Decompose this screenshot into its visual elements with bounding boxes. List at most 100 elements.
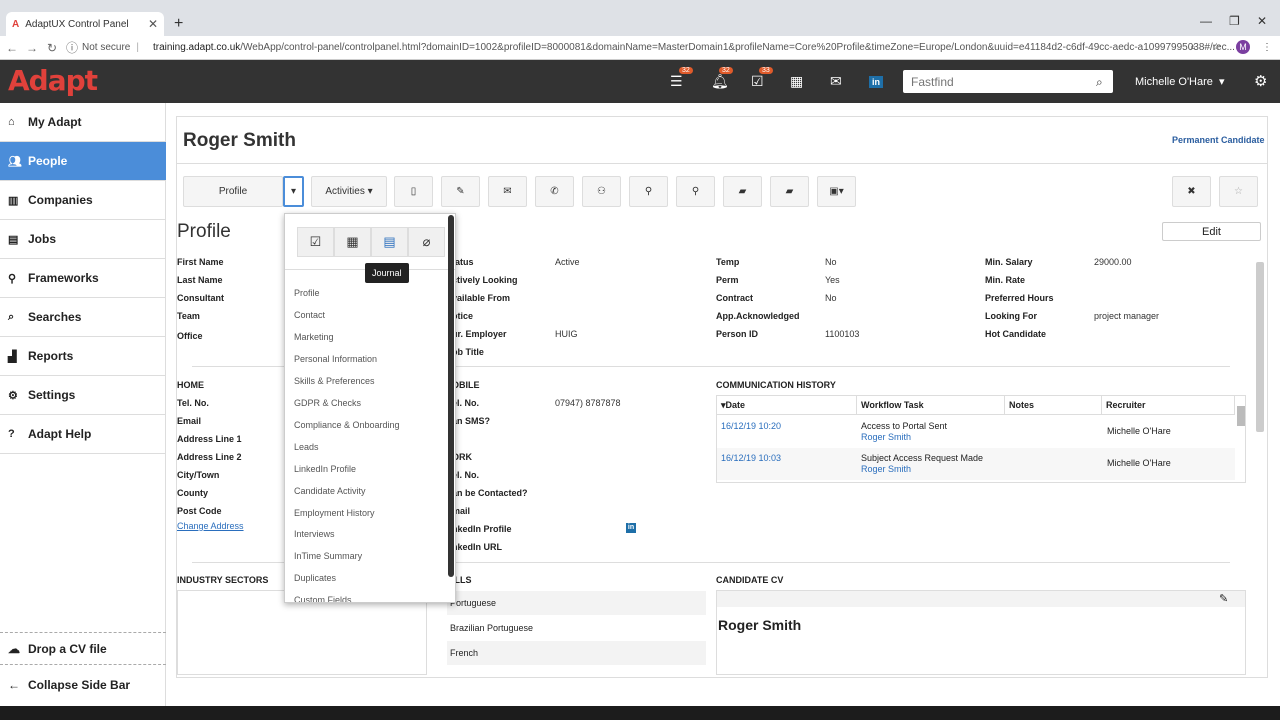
tasks-icon[interactable]: ☑ [751,73,764,90]
list-item[interactable]: Brazilian Portuguese [447,616,706,640]
linkedin-icon[interactable]: in [869,76,883,88]
col-recruiter[interactable]: Recruiter [1102,396,1235,415]
table-row[interactable]: 16/12/19 10:20 Access to Portal Sent Rog… [717,416,1235,448]
menu-item-linkedin-profile[interactable]: LinkedIn Profile [294,464,356,474]
toolbar-folder-icon[interactable]: ▰ [723,176,762,207]
profile-dropdown-toggle[interactable]: ▾ [283,176,304,207]
bell-icon[interactable]: 🔔︎ [711,73,729,90]
field-hot-candidate: Hot Candidate [985,329,1047,339]
collapse-sidebar-button[interactable]: ← Collapse Side Bar [0,668,166,701]
menu-item-contact[interactable]: Contact [294,310,325,320]
row-person[interactable]: Roger Smith [861,464,911,474]
row-date[interactable]: 16/12/19 10:03 [721,453,781,463]
record-type[interactable]: Permanent Candidate [1172,135,1265,145]
close-window-icon[interactable]: ✕ [1257,14,1267,28]
col-date[interactable]: ▾Date [717,396,857,415]
toolbar-person-add-icon[interactable]: ⚲ [629,176,668,207]
table-row[interactable]: 16/12/19 10:03 Subject Access Request Ma… [717,448,1235,480]
restore-icon[interactable]: ❐ [1229,14,1240,28]
calendar-icon[interactable]: ▦ [334,227,371,257]
fastfind-input[interactable] [903,70,1113,93]
close-tab-icon[interactable]: ✕ [148,17,158,31]
toolbar-mail-icon[interactable]: ✉ [488,176,527,207]
page-scrollbar[interactable] [1256,262,1264,432]
edit-button[interactable]: Edit [1162,222,1261,241]
list-item[interactable]: French [447,641,706,665]
menu-item-employment-history[interactable]: Employment History [294,508,375,518]
toolbar-doc-icon[interactable]: ▯ [394,176,433,207]
sidebar-item-my-adapt[interactable]: ⌂ My Adapt [0,103,166,142]
sidebar-item-reports[interactable]: ▟ Reports [0,337,166,376]
linkedin-url-label: nkedIn URL [452,542,503,552]
back-icon[interactable]: ← [4,41,20,55]
row-date[interactable]: 16/12/19 10:20 [721,421,781,431]
toolbar-sms-icon[interactable]: ✆ [535,176,574,207]
zoom-icon[interactable]: ⌕ [1190,42,1196,53]
change-address-link[interactable]: Change Address [177,521,244,531]
star-icon[interactable]: ☆ [1212,42,1221,53]
reload-icon[interactable]: ↻ [44,41,60,55]
comm-scrollbar[interactable] [1237,406,1245,426]
browser-tab[interactable]: A AdaptUX Control Panel ✕ [6,12,164,36]
col-workflow-task[interactable]: Workflow Task [857,396,1005,415]
journal-icon[interactable]: ▤ [371,227,408,257]
menu-item-marketing[interactable]: Marketing [294,332,334,342]
paperclip-icon[interactable]: ⌀ [408,227,445,257]
url-field[interactable]: training.adapt.co.uk/WebApp/control-pane… [153,42,1243,53]
new-tab-icon[interactable]: + [174,15,183,33]
drop-cv-zone[interactable]: ☁ Drop a CV file [0,632,166,665]
sidebar-item-settings[interactable]: ⚙ Settings [0,376,166,415]
field-office: Office [177,331,203,341]
pencil-icon[interactable]: ✎ [1219,592,1228,605]
col-notes[interactable]: Notes [1005,396,1102,415]
profile-button[interactable]: Profile [183,176,283,207]
toolbar-folder2-icon[interactable]: ▰ [770,176,809,207]
menu-item-leads[interactable]: Leads [294,442,319,452]
menu-item-custom-fields[interactable]: Custom Fields [294,595,352,602]
menu-icon[interactable]: ☰ [670,73,683,90]
mobile-tel-value[interactable]: 07947) 8787878 [555,398,621,408]
menu-item-intime-summary[interactable]: InTime Summary [294,551,362,561]
user-menu[interactable]: Michelle O'Hare ▾ [1135,75,1225,88]
activities-button[interactable]: Activities ▾ [311,176,387,207]
sidebar-item-people[interactable]: 👥︎ People [0,142,166,181]
forward-icon[interactable]: → [24,41,40,55]
menu-item-duplicates[interactable]: Duplicates [294,573,336,583]
menu-item-skills[interactable]: Skills & Preferences [294,376,375,386]
row-person[interactable]: Roger Smith [861,432,911,442]
menu-item-candidate-activity[interactable]: Candidate Activity [294,486,366,496]
row-task: Access to Portal Sent [861,421,948,431]
sidebar-item-searches[interactable]: ⌕ Searches [0,298,166,337]
dropdown-scrollbar[interactable] [448,215,454,577]
sidebar-item-frameworks[interactable]: ⚲ Frameworks [0,259,166,298]
clipboard-check-icon[interactable]: ☑ [297,227,334,257]
calendar-icon[interactable]: ▦ [790,73,803,90]
menu-item-personal-information[interactable]: Personal Information [294,354,377,364]
toolbar-person-remove-icon[interactable]: ⚲ [676,176,715,207]
linkedin-icon[interactable]: in [626,523,636,533]
menu-item-gdpr[interactable]: GDPR & Checks [294,398,361,408]
favourite-star-icon[interactable]: ☆ [1219,176,1258,207]
gear-icon[interactable]: ⚙ [1254,72,1267,90]
sidebar-item-jobs[interactable]: ▤ Jobs [0,220,166,259]
menu-dots-icon[interactable]: ⋮ [1262,42,1272,53]
mail-icon[interactable]: ✉ [830,73,842,90]
toolbar-meeting-icon[interactable]: ⚇ [582,176,621,207]
toolbar-edit-icon[interactable]: ✎ [441,176,480,207]
minimize-icon[interactable]: — [1200,14,1212,28]
info-icon[interactable]: ⓘ [64,39,80,56]
menu-item-interviews[interactable]: Interviews [294,529,335,539]
close-record-icon[interactable]: ✖ [1172,176,1211,207]
list-item[interactable]: Portuguese [447,591,706,615]
menu-item-profile[interactable]: Profile [294,288,320,298]
collapse-label: Collapse Side Bar [28,677,131,692]
search-icon[interactable]: ⌕ [1096,75,1103,90]
adapt-logo[interactable]: Adapt [8,64,98,97]
toolbar-more-icon[interactable]: ▣▾ [817,176,856,207]
menu-item-compliance[interactable]: Compliance & Onboarding [294,420,400,430]
browser-profile-avatar[interactable]: M [1236,40,1250,54]
cv-heading: CANDIDATE CV [716,575,784,585]
sidebar-item-companies[interactable]: ▥ Companies [0,181,166,220]
sidebar-item-adapt-help[interactable]: ? Adapt Help [0,415,166,454]
journal-tooltip: Journal [365,263,409,283]
